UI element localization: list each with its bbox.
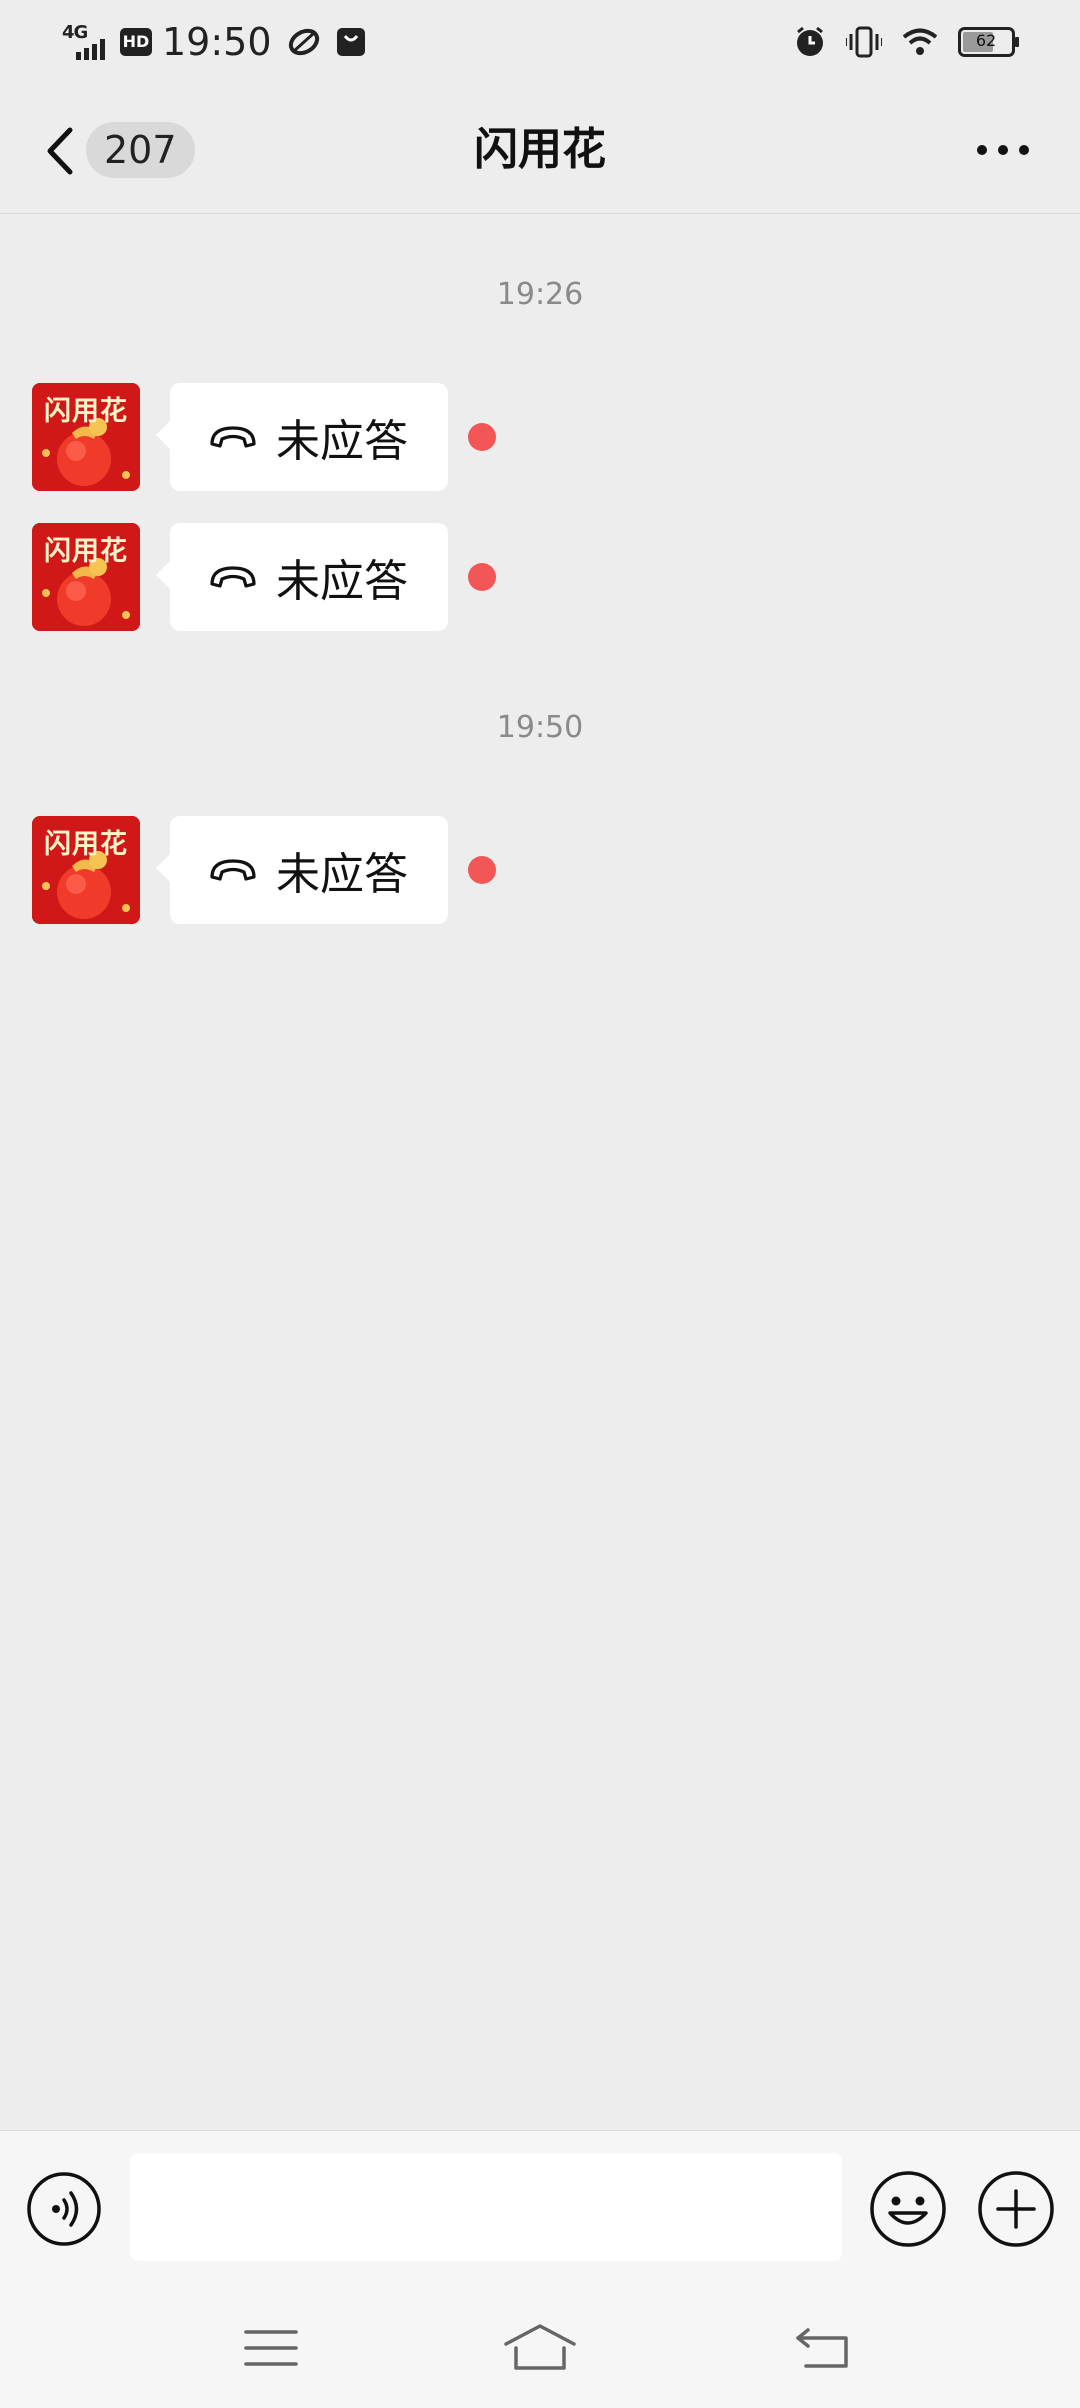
unread-dot xyxy=(468,856,496,884)
battery-level: 62 xyxy=(975,31,997,50)
missed-call-bubble[interactable]: 未应答 xyxy=(156,523,448,631)
hang-up-phone-icon xyxy=(210,566,256,588)
signal-icon xyxy=(76,39,105,60)
back-return-icon[interactable] xyxy=(796,2326,850,2370)
wifi-icon xyxy=(902,28,938,55)
system-navigation-bar xyxy=(0,2286,1080,2408)
missed-call-label: 未应答 xyxy=(276,416,408,467)
message-input[interactable] xyxy=(130,2153,842,2261)
network-indicator: 4G xyxy=(62,22,112,62)
leaf-app-icon xyxy=(288,28,319,56)
message-list[interactable]: 19:26 闪用花 未应答 闪用花 未应答 19:50 闪用花 未应答 xyxy=(0,215,1080,2130)
contact-avatar[interactable]: 闪用花 xyxy=(32,523,140,631)
chat-input-bar xyxy=(0,2130,1080,2286)
unread-count-badge[interactable]: 207 xyxy=(86,122,195,178)
message-timestamp: 19:50 xyxy=(496,710,584,745)
status-bar-left: 4G HD 19:50 xyxy=(62,18,366,66)
message-row: 闪用花 未应答 xyxy=(32,523,932,631)
vibrate-icon xyxy=(846,26,882,58)
back-arrow-icon[interactable] xyxy=(40,124,80,178)
home-icon[interactable] xyxy=(504,2322,576,2372)
avatar-brand-text: 闪用花 xyxy=(44,829,128,860)
status-time: 19:50 xyxy=(162,20,272,64)
avatar-brand-text: 闪用花 xyxy=(44,396,128,427)
more-options-icon[interactable] xyxy=(976,130,1030,170)
message-row: 闪用花 未应答 xyxy=(32,816,932,924)
more-functions-plus-icon[interactable] xyxy=(976,2169,1056,2249)
contact-avatar[interactable]: 闪用花 xyxy=(32,383,140,491)
chat-header: 207 闪用花 xyxy=(0,84,1080,214)
missed-call-bubble[interactable]: 未应答 xyxy=(156,383,448,491)
message-row: 闪用花 未应答 xyxy=(32,383,932,491)
shopping-bag-icon xyxy=(336,28,365,56)
status-bar-right: 62 xyxy=(774,18,1020,66)
missed-call-label: 未应答 xyxy=(276,556,408,607)
hang-up-phone-icon xyxy=(210,859,256,881)
hd-badge: HD xyxy=(120,28,152,56)
message-timestamp: 19:26 xyxy=(496,277,584,312)
contact-avatar[interactable]: 闪用花 xyxy=(32,816,140,924)
hang-up-phone-icon xyxy=(210,426,256,448)
alarm-icon xyxy=(797,26,823,56)
unread-dot xyxy=(468,563,496,591)
voice-input-icon[interactable] xyxy=(26,2171,102,2247)
menu-lines-icon[interactable] xyxy=(244,2326,298,2370)
emoji-icon[interactable] xyxy=(868,2169,948,2249)
battery-indicator: 62 xyxy=(958,27,1020,57)
missed-call-bubble[interactable]: 未应答 xyxy=(156,816,448,924)
missed-call-label: 未应答 xyxy=(276,849,408,900)
avatar-brand-text: 闪用花 xyxy=(44,536,128,567)
unread-dot xyxy=(468,423,496,451)
status-bar: 4G HD 19:50 62 xyxy=(0,0,1080,84)
